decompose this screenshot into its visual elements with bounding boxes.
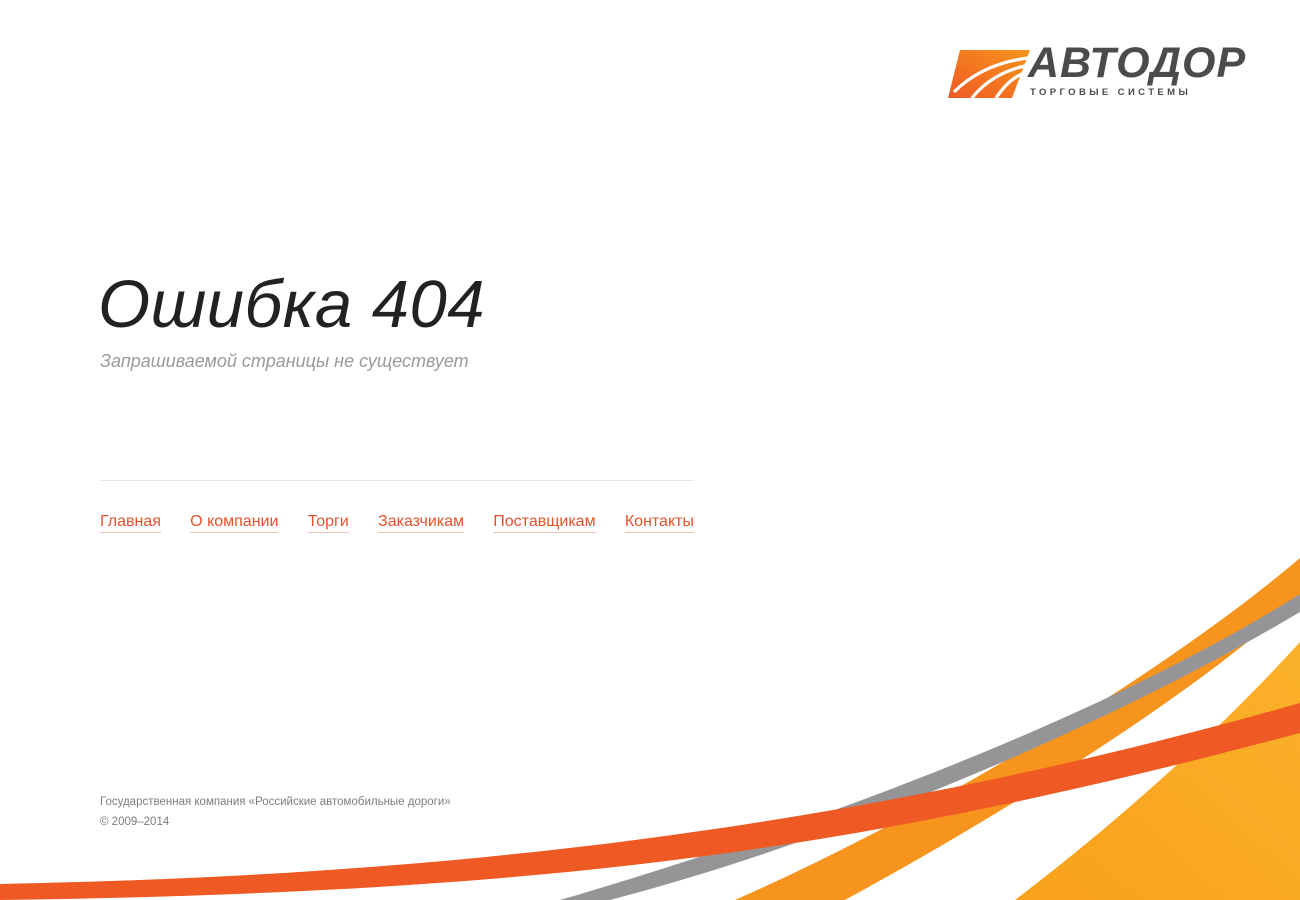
logo-wordmark: АВТОДОР <box>1028 39 1247 87</box>
divider <box>100 480 694 481</box>
nav-link-customers[interactable]: Заказчикам <box>378 513 465 534</box>
error-subtitle: Запрашиваемой страницы не существует <box>100 351 469 371</box>
footer-copyright: © 2009–2014 <box>100 816 170 828</box>
error-page: АВТОДОР ТОРГОВЫЕ СИСТЕМЫ Ошибка 404 Запр… <box>0 0 1300 900</box>
nav-link-tenders[interactable]: Торги <box>307 513 349 534</box>
nav-link-contacts[interactable]: Контакты <box>624 513 694 534</box>
autodor-logo[interactable]: АВТОДОР ТОРГОВЫЕ СИСТЕМЫ <box>948 39 1253 104</box>
decorative-swoosh <box>0 558 1300 900</box>
nav-link-home[interactable]: Главная <box>100 513 161 534</box>
nav-link-suppliers[interactable]: Поставщикам <box>493 513 596 534</box>
footer-nav: Главная О компании Торги Заказчикам Пост… <box>100 513 694 534</box>
road-emblem-icon <box>948 50 1030 98</box>
logo-subtitle: ТОРГОВЫЕ СИСТЕМЫ <box>1030 87 1192 98</box>
error-title: Ошибка 404 <box>98 267 485 342</box>
footer: Государственная компания «Российские авт… <box>100 792 451 832</box>
nav-link-about[interactable]: О компании <box>190 513 279 534</box>
footer-company: Государственная компания «Российские авт… <box>100 796 451 808</box>
